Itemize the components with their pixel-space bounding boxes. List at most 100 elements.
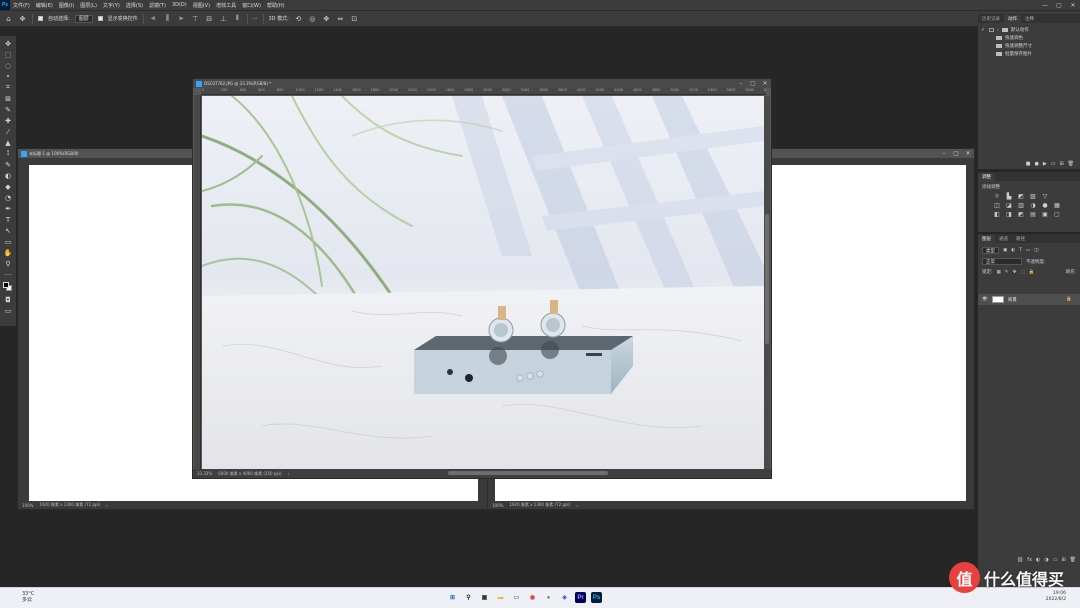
taskbar-search-icon[interactable]: ⚲ bbox=[463, 592, 474, 603]
edit-toolbar-icon[interactable]: ··· bbox=[2, 269, 14, 280]
tab-adjustments[interactable]: 调整 bbox=[978, 173, 995, 181]
status-arrow-icon[interactable]: › bbox=[106, 503, 108, 508]
crop-tool-icon[interactable]: ⌗ bbox=[2, 82, 14, 93]
black-white-icon[interactable]: ▥ bbox=[1017, 202, 1025, 209]
align-bottom-icon[interactable]: ⊥ bbox=[219, 14, 228, 23]
action-item[interactable]: 批量保存图片 bbox=[978, 50, 1080, 58]
lock-artboard-icon[interactable]: ⬚ bbox=[1020, 270, 1024, 275]
filter-pixel-icon[interactable]: ▣ bbox=[1003, 248, 1007, 253]
zoom-level[interactable]: 100% bbox=[492, 503, 503, 508]
align-center-icon[interactable]: ⫼ bbox=[163, 14, 172, 23]
new-action-icon[interactable]: ⊞ bbox=[1059, 161, 1063, 169]
zoom-level[interactable]: 100% bbox=[22, 503, 33, 508]
doc-maximize-button[interactable]: ▢ bbox=[747, 80, 759, 87]
weather-widget[interactable]: 33°C 多云 bbox=[22, 591, 34, 603]
status-arrow-icon[interactable]: › bbox=[576, 503, 578, 508]
menu-help[interactable]: 帮助(H) bbox=[264, 2, 288, 9]
taskbar-premiere-icon[interactable]: Pr bbox=[575, 592, 586, 603]
move-icon[interactable]: ✥ bbox=[18, 14, 27, 23]
doc-close-button[interactable]: ✕ bbox=[962, 150, 974, 157]
status-arrow-icon[interactable]: › bbox=[288, 471, 290, 476]
3d-roll-icon[interactable]: ◎ bbox=[308, 14, 317, 23]
align-top-icon[interactable]: ⊤ bbox=[191, 14, 200, 23]
pen-tool-icon[interactable]: ✒ bbox=[2, 203, 14, 214]
invert-icon[interactable]: ◧ bbox=[993, 211, 1001, 218]
layer-item-background[interactable]: 👁 背景 🔒 bbox=[978, 294, 1080, 305]
marquee-tool-icon[interactable]: ⬚ bbox=[2, 49, 14, 60]
tab-layers[interactable]: 图层 bbox=[978, 235, 995, 243]
layer-select-dropdown[interactable]: 图层 bbox=[74, 14, 93, 23]
home-icon[interactable]: ⌂ bbox=[4, 14, 13, 23]
vertical-scroll-thumb[interactable] bbox=[765, 214, 769, 344]
hue-saturation-icon[interactable]: ◫ bbox=[993, 202, 1001, 209]
zoom-tool-icon[interactable]: ⚲ bbox=[2, 258, 14, 269]
frame-tool-icon[interactable]: ⊠ bbox=[2, 93, 14, 104]
auto-select-checkbox[interactable] bbox=[38, 16, 43, 21]
kind-filter-dropdown[interactable]: 类型 bbox=[982, 247, 999, 254]
filter-smart-icon[interactable]: ◫ bbox=[1034, 248, 1038, 253]
blur-tool-icon[interactable]: ◆ bbox=[2, 181, 14, 192]
selective-color-icon[interactable]: ▣ bbox=[1041, 211, 1049, 218]
3d-pan-icon[interactable]: ✥ bbox=[322, 14, 331, 23]
type-tool-icon[interactable]: T bbox=[2, 214, 14, 225]
layer-name[interactable]: 背景 bbox=[1008, 297, 1017, 303]
taskbar-app-icon[interactable]: ◈ bbox=[559, 592, 570, 603]
clone-stamp-tool-icon[interactable]: ▲ bbox=[2, 137, 14, 148]
vibrance-icon[interactable]: ▽ bbox=[1041, 193, 1049, 200]
color-swatches[interactable] bbox=[2, 280, 14, 294]
channel-mixer-icon[interactable]: ● bbox=[1041, 202, 1049, 209]
stop-icon[interactable]: ■ bbox=[1026, 161, 1031, 169]
new-set-icon[interactable]: ▭ bbox=[1051, 161, 1056, 169]
taskbar-wechat-icon[interactable]: ● bbox=[543, 592, 554, 603]
brightness-icon[interactable]: ☼ bbox=[993, 193, 1001, 200]
show-transform-checkbox[interactable] bbox=[97, 16, 103, 21]
path-select-tool-icon[interactable]: ↖ bbox=[2, 225, 14, 236]
tab-channels[interactable]: 通道 bbox=[995, 235, 1012, 243]
menu-view[interactable]: 视图(V) bbox=[190, 2, 213, 9]
tab-notes[interactable]: 注释 bbox=[1021, 15, 1038, 23]
taskbar-taskview-icon[interactable]: ▣ bbox=[479, 592, 490, 603]
horizontal-ruler[interactable]: 0 200 400 600 800 1000 1200 1400 1600 1800 2000 220… bbox=[201, 88, 766, 95]
trash-icon[interactable]: 🗑 bbox=[1068, 161, 1074, 169]
dialog-toggle-icon[interactable] bbox=[989, 28, 994, 32]
vertical-ruler[interactable] bbox=[194, 95, 201, 471]
rectangle-tool-icon[interactable]: ▭ bbox=[2, 236, 14, 247]
distribute-icon[interactable]: ⦀ bbox=[233, 14, 242, 23]
tab-paths[interactable]: 路径 bbox=[1012, 235, 1029, 243]
3d-scale-icon[interactable]: ⊡ bbox=[350, 14, 359, 23]
photo-canvas[interactable] bbox=[202, 96, 764, 470]
photo-filter-icon[interactable]: ◑ bbox=[1029, 202, 1037, 209]
delete-layer-icon[interactable]: 🗑 bbox=[1070, 557, 1076, 565]
lock-all-icon[interactable]: 🔒 bbox=[1029, 270, 1035, 275]
check-icon[interactable]: ✓ bbox=[981, 27, 986, 33]
menu-edit[interactable]: 编辑(E) bbox=[33, 2, 56, 9]
action-set-default[interactable]: ✓ › 默认动作 bbox=[978, 26, 1080, 34]
more-options-button[interactable]: ··· bbox=[253, 16, 258, 22]
record-icon[interactable]: ● bbox=[1034, 161, 1038, 169]
document-titlebar[interactable]: DSC07762.JPG @ 33.3%(RGB/8) * – ▢ ✕ bbox=[193, 79, 771, 88]
color-lookup-icon[interactable]: ▦ bbox=[1053, 202, 1061, 209]
lock-paint-icon[interactable]: ✎ bbox=[1005, 270, 1009, 275]
history-brush-tool-icon[interactable]: ⟟ bbox=[2, 148, 14, 159]
visibility-eye-icon[interactable]: 👁 bbox=[982, 297, 988, 302]
filter-adjust-icon[interactable]: ◐ bbox=[1011, 248, 1015, 253]
doc-minimize-button[interactable]: – bbox=[735, 80, 747, 87]
move-tool-icon[interactable]: ✥ bbox=[2, 38, 14, 49]
3d-orbit-icon[interactable]: ⟲ bbox=[294, 14, 303, 23]
menu-layer[interactable]: 图层(L) bbox=[77, 2, 100, 9]
tab-actions[interactable]: 动作 bbox=[1004, 15, 1021, 23]
posterize-icon[interactable]: ◨ bbox=[1005, 211, 1013, 218]
taskbar-start-icon[interactable]: ⊞ bbox=[447, 592, 458, 603]
menu-type[interactable]: 文字(Y) bbox=[100, 2, 123, 9]
quick-mask-icon[interactable]: ◘ bbox=[2, 294, 14, 305]
maximize-button[interactable]: ▢ bbox=[1052, 0, 1066, 10]
curves-icon[interactable]: ◩ bbox=[1017, 193, 1025, 200]
menu-image[interactable]: 图像(I) bbox=[56, 2, 77, 9]
align-middle-icon[interactable]: ⊟ bbox=[205, 14, 214, 23]
threshold-icon[interactable]: ◩ bbox=[1017, 211, 1025, 218]
eraser-tool-icon[interactable]: ✎ bbox=[2, 159, 14, 170]
align-left-icon[interactable]: ⫷ bbox=[149, 14, 158, 23]
taskbar-explorer-icon[interactable]: ▬ bbox=[495, 592, 506, 603]
taskbar-chrome-icon[interactable]: ◉ bbox=[527, 592, 538, 603]
menu-select[interactable]: 选择(S) bbox=[123, 2, 146, 9]
